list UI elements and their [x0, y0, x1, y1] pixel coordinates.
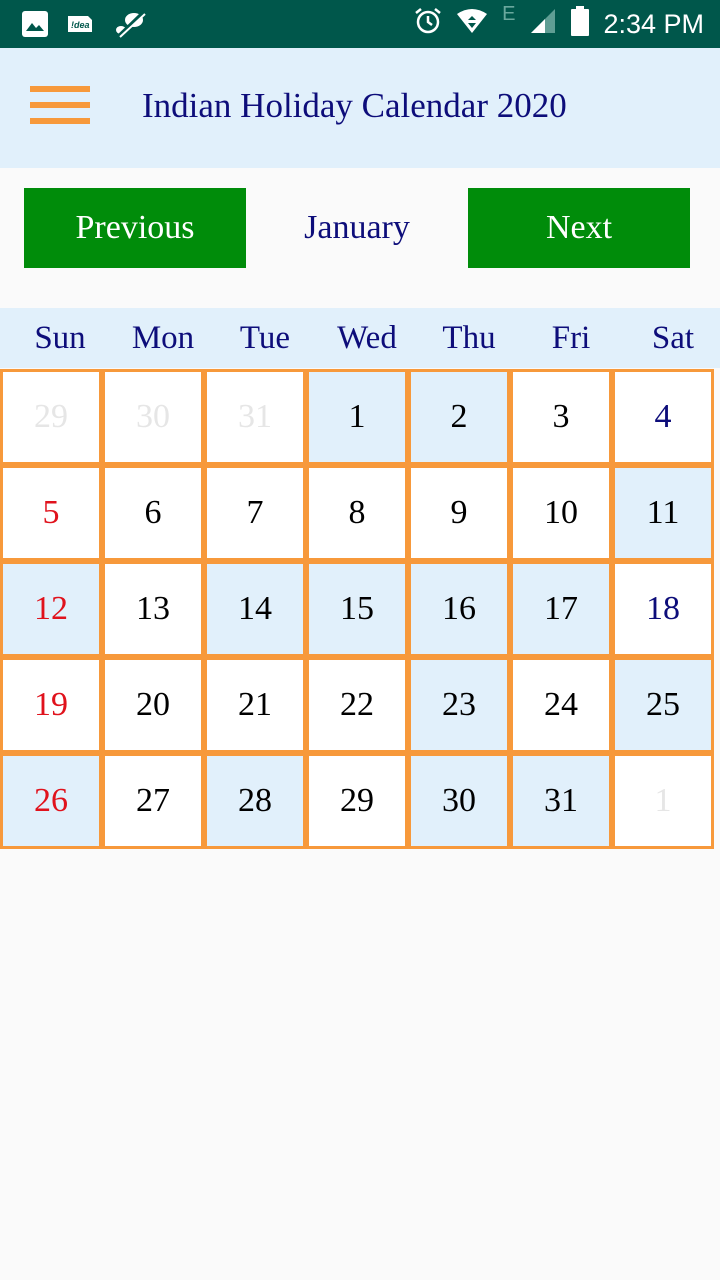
calendar-day-cell[interactable]: 14: [204, 561, 306, 657]
calendar-day-cell-other-month[interactable]: 1: [612, 753, 714, 849]
calendar-day-cell[interactable]: 19: [0, 657, 102, 753]
weekday-wed: Wed: [337, 320, 397, 356]
calendar-day-cell[interactable]: 25: [612, 657, 714, 753]
status-bar: !dea E 2:34 PM: [0, 0, 720, 48]
calendar-day-cell[interactable]: 16: [408, 561, 510, 657]
calendar-day-cell[interactable]: 7: [204, 465, 306, 561]
previous-month-button[interactable]: Previous: [24, 188, 246, 268]
calendar-day-cell[interactable]: 4: [612, 369, 714, 465]
status-bar-right: E 2:34 PM: [414, 2, 704, 43]
calendar-day-cell[interactable]: 17: [510, 561, 612, 657]
calendar-day-cell[interactable]: 26: [0, 753, 102, 849]
signal-icon: [529, 7, 557, 42]
calendar-day-cell-other-month[interactable]: 29: [0, 369, 102, 465]
calendar-day-cell[interactable]: 13: [102, 561, 204, 657]
calendar-day-cell[interactable]: 20: [102, 657, 204, 753]
calendar-day-cell[interactable]: 5: [0, 465, 102, 561]
app-title: Indian Holiday Calendar 2020: [142, 86, 567, 125]
calendar-day-cell[interactable]: 11: [612, 465, 714, 561]
calendar-day-cell[interactable]: 15: [306, 561, 408, 657]
calendar-day-cell[interactable]: 9: [408, 465, 510, 561]
weekday-fri: Fri: [551, 320, 591, 356]
battery-icon: [571, 5, 590, 43]
image-icon: [22, 11, 48, 42]
weekday-tue: Tue: [239, 320, 291, 356]
no-sync-icon: [114, 10, 146, 43]
calendar-week-row: 26 27 28 29 30 31 1: [0, 753, 716, 849]
calendar-day-cell[interactable]: 30: [408, 753, 510, 849]
calendar-day-cell[interactable]: 31: [510, 753, 612, 849]
calendar-day-cell[interactable]: 2: [408, 369, 510, 465]
weekday-header: Sun Mon Tue Wed Thu Fri Sat: [0, 308, 720, 368]
calendar-day-cell[interactable]: 1: [306, 369, 408, 465]
weekday-sun: Sun: [34, 320, 86, 356]
calendar-week-row: 19 20 21 22 23 24 25: [0, 657, 716, 753]
calendar-week-row: 12 13 14 15 16 17 18: [0, 561, 716, 657]
calendar-day-cell[interactable]: 23: [408, 657, 510, 753]
calendar-day-cell[interactable]: 22: [306, 657, 408, 753]
weekday-thu: Thu: [442, 320, 496, 356]
month-navigation: Previous January Next: [0, 188, 720, 268]
hamburger-menu-icon[interactable]: [30, 86, 90, 128]
calendar-day-cell[interactable]: 3: [510, 369, 612, 465]
alarm-icon: [414, 7, 442, 42]
clock-time: 2:34 PM: [603, 8, 704, 39]
calendar-day-cell[interactable]: 27: [102, 753, 204, 849]
calendar-week-row: 29 30 31 1 2 3 4: [0, 369, 716, 465]
calendar-day-cell[interactable]: 10: [510, 465, 612, 561]
current-month-label: January: [304, 209, 410, 246]
calendar-day-cell-other-month[interactable]: 30: [102, 369, 204, 465]
status-bar-left: !dea: [22, 10, 146, 43]
calendar-day-cell[interactable]: 24: [510, 657, 612, 753]
next-month-button[interactable]: Next: [468, 188, 690, 268]
calendar-day-cell[interactable]: 18: [612, 561, 714, 657]
calendar-day-cell[interactable]: 29: [306, 753, 408, 849]
calendar-day-cell[interactable]: 21: [204, 657, 306, 753]
calendar-grid: 29 30 31 1 2 3 4 5 6 7 8 9 10 11 12 13 14 15 16 17 18 19 20 21 2…: [0, 369, 716, 849]
calendar-day-cell[interactable]: 28: [204, 753, 306, 849]
weekday-sat: Sat: [651, 320, 695, 356]
calendar-day-cell-other-month[interactable]: 31: [204, 369, 306, 465]
idea-sim-icon: !dea: [68, 14, 94, 39]
calendar-day-cell[interactable]: 8: [306, 465, 408, 561]
calendar-day-cell[interactable]: 6: [102, 465, 204, 561]
network-type-label: E: [502, 2, 516, 25]
wifi-icon: [456, 8, 488, 41]
calendar-day-cell[interactable]: 12: [0, 561, 102, 657]
weekday-mon: Mon: [131, 320, 195, 356]
svg-text:!dea: !dea: [71, 20, 90, 30]
app-toolbar: Indian Holiday Calendar 2020: [0, 48, 720, 168]
calendar-week-row: 5 6 7 8 9 10 11: [0, 465, 716, 561]
